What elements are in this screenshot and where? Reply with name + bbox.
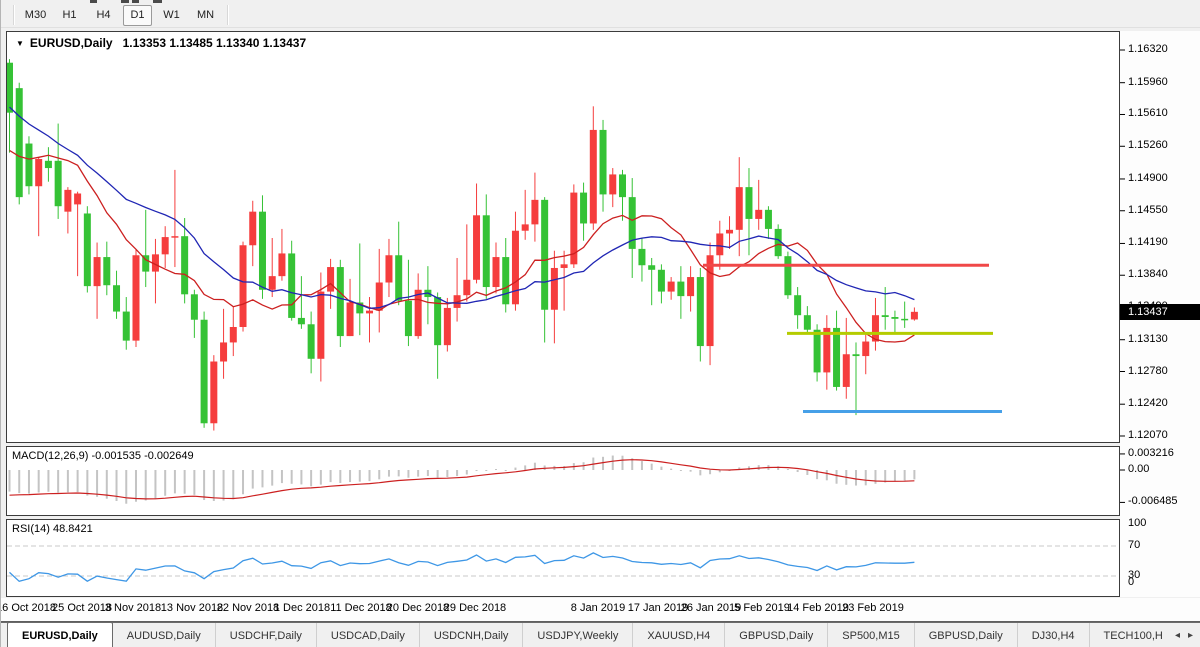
price-tick-label: 1.14190 [1128, 236, 1198, 248]
chart-tab-usdchf-daily[interactable]: USDCHF,Daily [215, 623, 316, 647]
rsi-tick-label: 0 [1128, 576, 1198, 588]
time-tick-label: 23 Feb 2019 [828, 602, 918, 614]
chart-tab-usdcnh-daily[interactable]: USDCNH,Daily [419, 623, 523, 647]
timeframe-button-h4[interactable]: H4 [89, 5, 118, 26]
price-tick-label: 1.15960 [1128, 76, 1198, 88]
timeframe-button-h1[interactable]: H1 [55, 5, 84, 26]
collapse-icon[interactable]: ▼ [16, 39, 24, 48]
chart-tab-dj30-h4[interactable]: DJ30,H4 [1017, 623, 1089, 647]
chart-tab-bar: EURUSD,DailyAUDUSD,DailyUSDCHF,DailyUSDC… [1, 622, 1200, 647]
timeframe-button-w1[interactable]: W1 [157, 5, 186, 26]
chart-tab-audusd-daily[interactable]: AUDUSD,Daily [113, 623, 215, 647]
chart-tab-gbpusd-daily[interactable]: GBPUSD,Daily [914, 623, 1017, 647]
chart-tab-usdjpy-weekly[interactable]: USDJPY,Weekly [522, 623, 632, 647]
chart-ohlc-values: 1.13353 1.13485 1.13340 1.13437 [123, 36, 307, 50]
price-tick-label: 1.13840 [1128, 268, 1198, 280]
chart-symbol-label: EURUSD,Daily [30, 36, 113, 50]
price-tick-label: 1.12780 [1128, 365, 1198, 377]
rsi-tick-label: 70 [1128, 539, 1198, 551]
timeframe-button-d1[interactable]: D1 [123, 5, 152, 26]
current-price-tag: 1.13437 [1120, 304, 1200, 320]
timeframe-toolbar: M30H1H4D1W1MN [1, 3, 1200, 28]
price-tick-label: 1.13130 [1128, 333, 1198, 345]
main-chart-panel[interactable]: ▼ EURUSD,Daily 1.13353 1.13485 1.13340 1.1… [6, 31, 1120, 443]
chart-tab-sp500-m15[interactable]: SP500,M15 [827, 623, 913, 647]
time-tick-label: 29 Dec 2018 [430, 602, 520, 614]
chart-title: ▼ EURUSD,Daily 1.13353 1.13485 1.13340 1.1… [16, 36, 306, 50]
timeframe-button-mn[interactable]: MN [191, 5, 220, 26]
timeframe-button-m30[interactable]: M30 [21, 5, 50, 26]
macd-label: MACD(12,26,9) -0.001535 -0.002649 [12, 450, 194, 462]
chart-tab-usdcad-daily[interactable]: USDCAD,Daily [316, 623, 419, 647]
tabs-scroll-left-icon[interactable]: ◂ [1175, 630, 1180, 641]
price-tick-label: 1.12070 [1128, 429, 1198, 441]
chart-tab-xauusd-h4[interactable]: XAUUSD,H4 [632, 623, 724, 647]
price-tick-label: 1.14550 [1128, 204, 1198, 216]
price-tick-label: 1.15610 [1128, 107, 1198, 119]
macd-tick-label: -0.006485 [1128, 495, 1198, 507]
chart-tab-eurusd-daily[interactable]: EURUSD,Daily [7, 623, 113, 647]
chart-tab-tech100-h[interactable]: TECH100,H [1089, 623, 1167, 647]
macd-tick-label: 0.003216 [1128, 447, 1198, 459]
chart-tab-gbpusd-daily[interactable]: GBPUSD,Daily [724, 623, 827, 647]
price-tick-label: 1.15260 [1128, 139, 1198, 151]
mt4-window: M30H1H4D1W1MN ▼ EURUSD,Daily 1.13353 1.134… [0, 0, 1200, 647]
price-tick-label: 1.14900 [1128, 172, 1198, 184]
macd-indicator-panel[interactable]: MACD(12,26,9) -0.001535 -0.002649 [6, 446, 1120, 516]
rsi-tick-label: 100 [1128, 517, 1198, 529]
price-tick-label: 1.16320 [1128, 43, 1198, 55]
tabs-scroll-right-icon[interactable]: ▸ [1188, 630, 1193, 641]
price-tick-label: 1.12420 [1128, 397, 1198, 409]
macd-tick-label: 0.00 [1128, 463, 1198, 475]
rsi-label: RSI(14) 48.8421 [12, 523, 93, 535]
rsi-indicator-panel[interactable]: RSI(14) 48.8421 [6, 519, 1120, 597]
